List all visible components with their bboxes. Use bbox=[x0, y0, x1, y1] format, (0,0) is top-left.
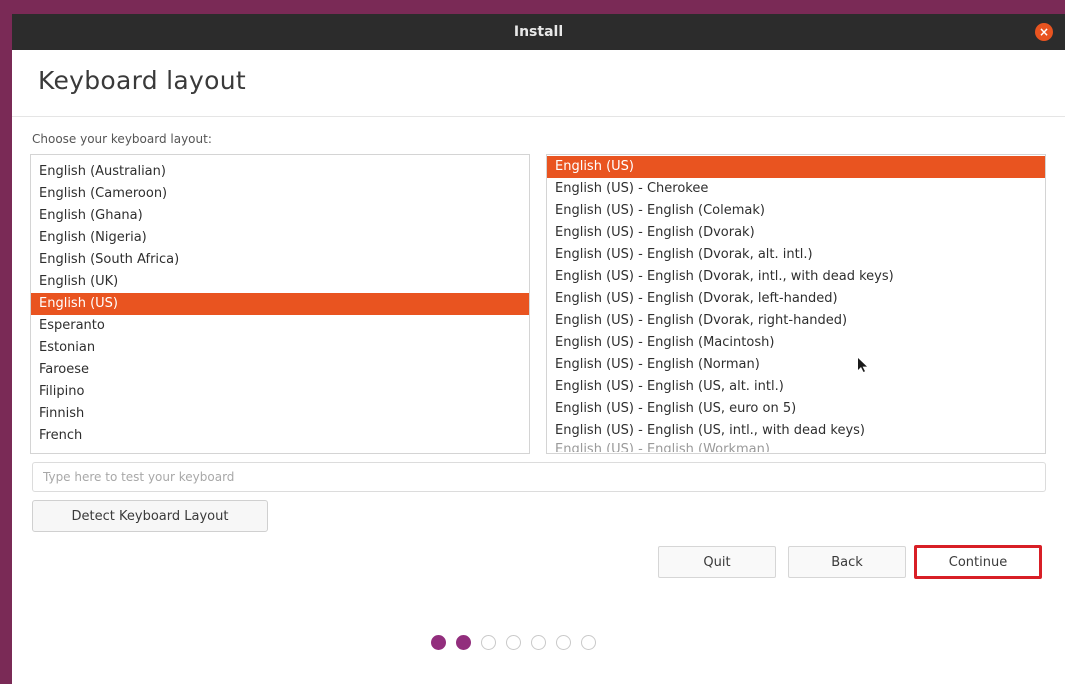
layout-item[interactable]: English (Ghana) bbox=[31, 205, 529, 227]
page-title: Keyboard layout bbox=[38, 66, 246, 95]
variant-item[interactable]: English (US) bbox=[547, 156, 1045, 178]
variant-item[interactable]: English (US) - English (Norman) bbox=[547, 354, 1045, 376]
window-title: Install bbox=[513, 24, 564, 40]
variant-item[interactable]: English (US) - Cherokee bbox=[547, 178, 1045, 200]
progress-dot bbox=[431, 635, 446, 650]
mouse-pointer-icon bbox=[858, 358, 867, 372]
variant-list[interactable]: English (US) English (US) - Cherokee Engli… bbox=[546, 154, 1046, 454]
layout-item[interactable]: English (Australian) bbox=[31, 161, 529, 183]
layout-list[interactable]: English (Australian) English (Cameroon) En… bbox=[30, 154, 530, 454]
progress-dot bbox=[556, 635, 571, 650]
layout-item[interactable]: Esperanto bbox=[31, 315, 529, 337]
back-button[interactable]: Back bbox=[788, 546, 906, 578]
progress-dot bbox=[531, 635, 546, 650]
layout-item[interactable]: English (South Africa) bbox=[31, 249, 529, 271]
layout-prompt-label: Choose your keyboard layout: bbox=[32, 132, 212, 146]
layout-item[interactable]: English (Cameroon) bbox=[31, 183, 529, 205]
quit-button[interactable]: Quit bbox=[658, 546, 776, 578]
layout-item[interactable]: Faroese bbox=[31, 359, 529, 381]
progress-dot bbox=[481, 635, 496, 650]
progress-dots bbox=[431, 635, 596, 650]
installer-window: Install × Keyboard layout Choose your ke… bbox=[0, 0, 1065, 684]
variant-item[interactable]: English (US) - English (Dvorak, left-han… bbox=[547, 288, 1045, 310]
continue-button[interactable]: Continue bbox=[914, 545, 1042, 579]
header-divider bbox=[12, 116, 1065, 117]
content-area: Keyboard layout Choose your keyboard lay… bbox=[12, 50, 1065, 684]
progress-dot bbox=[506, 635, 521, 650]
keyboard-test-input[interactable] bbox=[32, 462, 1046, 492]
variant-item[interactable]: English (US) - English (Dvorak, intl., w… bbox=[547, 266, 1045, 288]
layout-item[interactable]: Finnish bbox=[31, 403, 529, 425]
variant-item[interactable]: English (US) - English (US, alt. intl.) bbox=[547, 376, 1045, 398]
variant-item[interactable]: English (US) - English (US, euro on 5) bbox=[547, 398, 1045, 420]
title-bar: Install × bbox=[12, 14, 1065, 50]
layout-item[interactable]: Estonian bbox=[31, 337, 529, 359]
variant-item[interactable]: English (US) - English (Colemak) bbox=[547, 200, 1045, 222]
variant-item[interactable]: English (US) - English (Dvorak, right-ha… bbox=[547, 310, 1045, 332]
layout-item[interactable]: Filipino bbox=[31, 381, 529, 403]
variant-item-partial[interactable]: English (US) - English (Workman) bbox=[547, 442, 1045, 452]
layout-item[interactable]: French bbox=[31, 425, 529, 447]
layout-item[interactable]: English (UK) bbox=[31, 271, 529, 293]
detect-keyboard-layout-button[interactable]: Detect Keyboard Layout bbox=[32, 500, 268, 532]
variant-item[interactable]: English (US) - English (Macintosh) bbox=[547, 332, 1045, 354]
layout-item[interactable]: English (US) bbox=[31, 293, 529, 315]
progress-dot bbox=[456, 635, 471, 650]
progress-dot bbox=[581, 635, 596, 650]
layout-item[interactable]: English (Nigeria) bbox=[31, 227, 529, 249]
variant-item[interactable]: English (US) - English (Dvorak) bbox=[547, 222, 1045, 244]
close-icon[interactable]: × bbox=[1035, 23, 1053, 41]
variant-item[interactable]: English (US) - English (US, intl., with … bbox=[547, 420, 1045, 442]
variant-item[interactable]: English (US) - English (Dvorak, alt. int… bbox=[547, 244, 1045, 266]
